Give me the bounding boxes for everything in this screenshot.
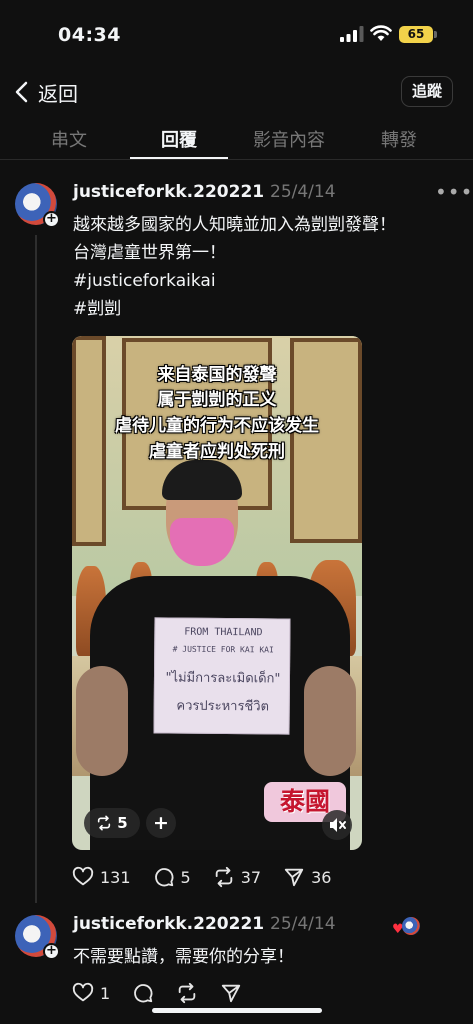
video-caption-line: 属于剴剴的正义 [157, 390, 277, 410]
post-body: 越來越多國家的人知曉並加入為剴剴發聲！ 台灣虐童世界第一！ #justicefo… [73, 211, 463, 323]
comment-icon [154, 868, 173, 887]
post-username[interactable]: justiceforkk.220221 [73, 182, 264, 202]
handwritten-sign: FROM THAILAND # JUSTICE FOR KAI KAI "ไม่… [153, 617, 291, 735]
like-count: 1 [100, 983, 111, 1003]
comment-icon [134, 984, 153, 1003]
back-button[interactable]: 返回 [14, 76, 78, 108]
speaker-muted-icon [330, 818, 346, 832]
post-line: 越來越多國家的人知曉並加入為剴剴發聲！ [73, 215, 396, 235]
reply-date: 25/4/14 [270, 914, 336, 934]
follow-button[interactable]: 追蹤 [401, 76, 453, 107]
tab-replies[interactable]: 回覆 [120, 126, 238, 152]
follow-plus-icon[interactable]: + [43, 211, 60, 228]
repost-count: 37 [240, 867, 262, 887]
post-video[interactable]: FROM THAILAND # JUSTICE FOR KAI KAI "ไม่… [72, 336, 362, 850]
hashtag-link[interactable]: #justiceforkaikai [73, 267, 463, 295]
hashtag-link[interactable]: #剴剴 [73, 295, 463, 323]
cellular-signal-icon [340, 26, 364, 42]
person-arm-right [304, 666, 356, 776]
active-tab-indicator [130, 157, 228, 159]
home-indicator[interactable] [152, 1008, 322, 1013]
video-caption-line: 来自泰国的發聲 [157, 365, 277, 385]
profile-tabs: 串文 回覆 影音內容 轉發 [0, 118, 473, 160]
repost-count-pill[interactable]: 5 [84, 808, 140, 838]
video-caption-line: 虐童者应判处死刑 [149, 442, 285, 462]
battery-tip [434, 31, 437, 38]
reply-username[interactable]: justiceforkk.220221 [73, 914, 264, 934]
video-caption-line: 虐待儿童的行为不应该发生 [115, 416, 319, 436]
tab-reposts[interactable]: 轉發 [340, 126, 458, 152]
repost-icon [98, 815, 111, 831]
person-arm-left [76, 666, 128, 776]
liked-by-indicator[interactable]: ♥ [392, 917, 420, 937]
heart-icon [72, 866, 94, 886]
like-button[interactable]: 131 [72, 866, 131, 888]
sign-line: # JUSTICE FOR KAI KAI [172, 644, 274, 655]
follow-plus-icon[interactable]: + [43, 943, 60, 960]
liker-avatar [402, 917, 420, 935]
tab-threads[interactable]: 串文 [10, 126, 128, 152]
reply-actions: 1 [72, 982, 264, 1004]
post-actions: 131 5 37 36 [72, 866, 353, 888]
share-button[interactable] [220, 982, 242, 1004]
repost-button[interactable]: 37 [213, 866, 261, 888]
share-button[interactable]: 36 [283, 866, 331, 888]
wifi-icon [370, 25, 392, 41]
send-icon [222, 984, 241, 1003]
sign-line: "ไม่มีการละเมิดเด็ก" [165, 670, 281, 687]
back-label: 返回 [38, 81, 78, 106]
tab-media[interactable]: 影音內容 [230, 126, 348, 152]
more-options-icon[interactable]: ••• [435, 180, 473, 204]
battery-indicator: 65 [399, 26, 433, 43]
like-button[interactable]: 1 [72, 982, 110, 1004]
sign-line: FROM THAILAND [184, 626, 263, 639]
chevron-left-icon [15, 81, 28, 103]
sign-line: ควรประหารชีวิต [176, 698, 270, 715]
comment-count: 5 [180, 867, 191, 887]
share-count: 36 [311, 867, 332, 887]
send-icon [284, 868, 304, 887]
mute-button[interactable] [322, 810, 352, 840]
comment-button[interactable] [132, 982, 154, 1004]
add-icon[interactable]: + [146, 808, 176, 838]
repost-button[interactable] [176, 982, 198, 1004]
thread-connector-line [35, 235, 37, 903]
post-line: 台灣虐童世界第一！ [73, 243, 226, 263]
heart-icon [72, 982, 94, 1002]
like-count: 131 [100, 867, 131, 887]
repost-icon [215, 866, 232, 888]
repost-icon [178, 982, 196, 1004]
repost-pill-count: 5 [117, 814, 128, 832]
post-date: 25/4/14 [270, 182, 336, 202]
status-time: 04:34 [58, 24, 121, 46]
reply-text: 不需要點讚，需要你的分享！ [73, 947, 294, 967]
comment-button[interactable]: 5 [153, 866, 191, 888]
